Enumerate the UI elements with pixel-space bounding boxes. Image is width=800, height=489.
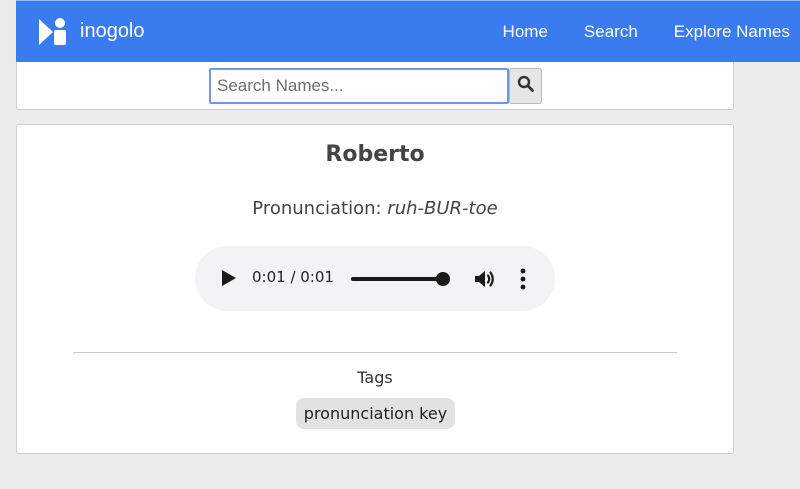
search-input[interactable] [209, 68, 509, 104]
tags-heading: Tags [357, 368, 393, 387]
search-card [16, 62, 734, 110]
name-title: Roberto [325, 142, 425, 167]
audio-progress-slider[interactable] [351, 272, 450, 286]
audio-player: 0:01 / 0:01 [195, 246, 555, 311]
more-vertical-icon [520, 268, 526, 290]
play-icon [222, 270, 236, 286]
brand-home-link[interactable]: inogolo [38, 17, 145, 47]
nav-link-home[interactable]: Home [503, 22, 548, 42]
audio-progress-handle[interactable] [436, 272, 450, 286]
audio-progress-fill [351, 277, 443, 281]
nav-link-explore-names[interactable]: Explore Names [674, 22, 790, 42]
audio-time: 0:01 / 0:01 [252, 268, 334, 286]
brand-name: inogolo [80, 20, 145, 42]
volume-icon [475, 271, 494, 287]
top-navbar: inogolo Home Search Explore Names [16, 0, 800, 62]
volume-button[interactable] [473, 267, 497, 291]
search-icon [517, 75, 534, 97]
nav-link-search[interactable]: Search [584, 22, 638, 42]
more-options-button[interactable] [513, 267, 533, 291]
divider [73, 352, 677, 353]
search-button[interactable] [509, 68, 542, 104]
name-card: Roberto Pronunciation: ruh-BUR-toe 0:01 … [16, 124, 734, 454]
inogolo-logo-icon [38, 17, 68, 47]
pronunciation-value: ruh-BUR-toe [387, 198, 498, 219]
pronunciation: Pronunciation: ruh-BUR-toe [17, 198, 733, 219]
play-button[interactable] [217, 267, 239, 289]
pronunciation-label: Pronunciation: [252, 198, 382, 219]
nav-links: Home Search Explore Names [467, 22, 800, 42]
tag-pronunciation-key[interactable]: pronunciation key [296, 398, 455, 429]
